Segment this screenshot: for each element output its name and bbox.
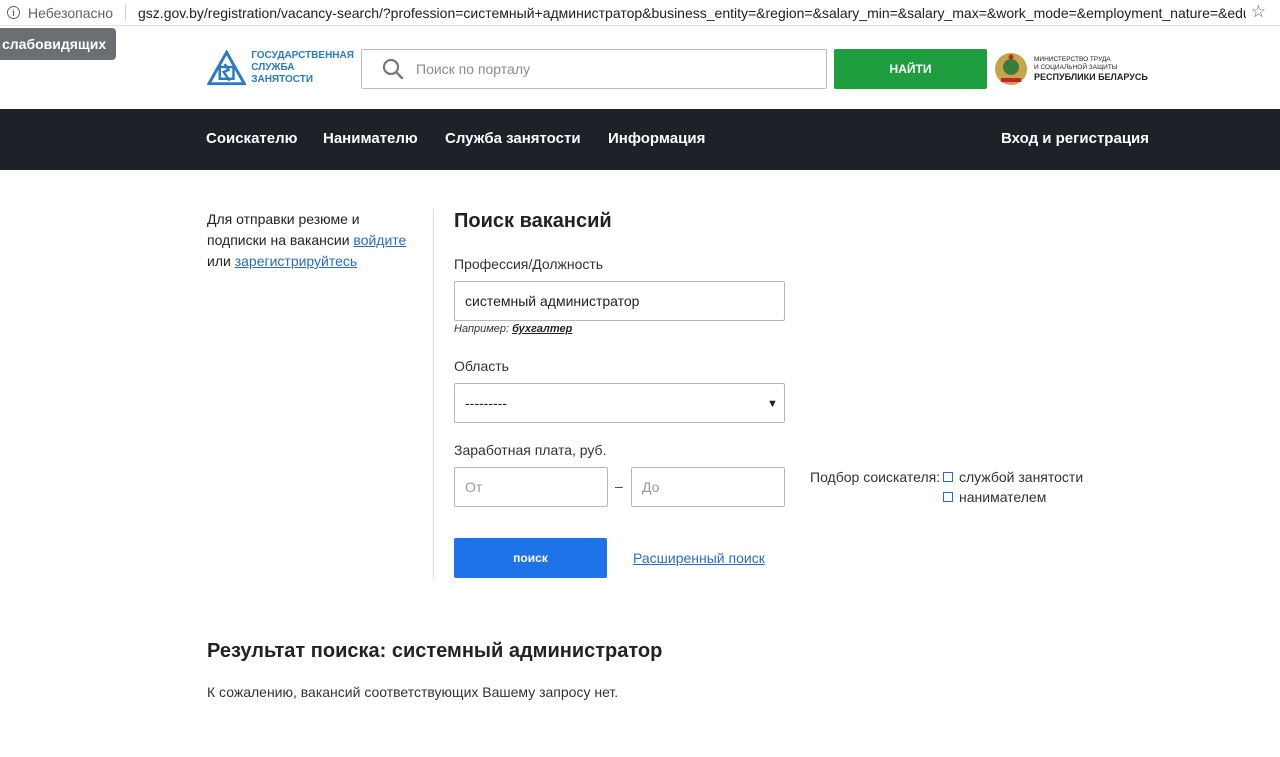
find-button[interactable]: Найти bbox=[834, 49, 987, 89]
profession-input[interactable]: системный администратор bbox=[454, 281, 785, 321]
salary-label: Заработная плата, руб. bbox=[454, 442, 607, 458]
ministry-logo[interactable]: Министерство труда и социальной защиты Р… bbox=[993, 51, 1148, 87]
sidebar-text-1: Для отправки резюме и подписки на ваканс… bbox=[207, 211, 360, 248]
low-vision-button[interactable]: слабовидящих bbox=[0, 28, 117, 60]
sidebar-text-2: или bbox=[207, 253, 235, 269]
portal-search-input[interactable] bbox=[416, 61, 796, 77]
candidate-picker-label: Подбор соискателя: bbox=[810, 469, 941, 485]
site-logo[interactable]: Государственная служба занятости bbox=[207, 49, 357, 87]
logo-line-1: Государственная bbox=[251, 50, 354, 61]
form-title: Поиск вакансий bbox=[454, 210, 612, 232]
nav-item-employer[interactable]: Нанимателю bbox=[323, 130, 418, 147]
ministry-line-3: Республики Беларусь bbox=[1034, 71, 1148, 82]
profession-example: Например: бухгалтер bbox=[454, 323, 572, 335]
insecure-label[interactable]: Небезопасно bbox=[28, 5, 113, 21]
salary-range-dash: – bbox=[615, 478, 623, 494]
picker-option-employment-service[interactable]: службой занятости bbox=[943, 469, 1083, 485]
picker-option-employer[interactable]: нанимателем bbox=[943, 489, 1046, 505]
advanced-search-link[interactable]: Расширенный поиск bbox=[633, 550, 765, 566]
picker-option-label: службой занятости bbox=[959, 469, 1084, 485]
register-link[interactable]: зарегистрируйтесь bbox=[235, 253, 358, 269]
dropdown-arrow-icon[interactable]: ▼ bbox=[767, 398, 778, 410]
ministry-line-1: Министерство труда bbox=[1034, 55, 1111, 63]
logo-line-2: служба занятости bbox=[251, 62, 314, 85]
nav-item-employment-service[interactable]: Служба занятости bbox=[445, 130, 581, 147]
ministry-text: Министерство труда и социальной защиты Р… bbox=[1034, 56, 1148, 83]
search-submit-button[interactable]: поиск bbox=[454, 538, 607, 578]
emblem-icon bbox=[995, 53, 1027, 85]
profession-label: Профессия/Должность bbox=[454, 256, 604, 272]
nav-item-jobseeker[interactable]: Соискателю bbox=[206, 130, 297, 147]
salary-to-input[interactable]: До bbox=[631, 467, 785, 507]
portal-search-box[interactable] bbox=[361, 49, 827, 89]
example-prefix: Например: bbox=[454, 323, 513, 335]
login-link[interactable]: войдите bbox=[353, 232, 406, 248]
salary-from-input[interactable]: От bbox=[454, 467, 608, 507]
checkbox[interactable] bbox=[943, 472, 953, 482]
info-icon[interactable]: i bbox=[7, 6, 20, 19]
address-separator bbox=[125, 4, 127, 21]
nav-login-register[interactable]: Вход и регистрация bbox=[1001, 130, 1149, 147]
main-nav: Соискателю Нанимателю Служба занятости И… bbox=[0, 109, 1280, 170]
logo-text: Государственная служба занятости bbox=[251, 50, 357, 86]
checkbox[interactable] bbox=[943, 492, 953, 502]
ministry-line-2: и социальной защиты bbox=[1034, 63, 1118, 71]
browser-address-bar[interactable]: i Небезопасно gsz.gov.by/registration/va… bbox=[0, 0, 1280, 26]
sidebar-login-hint: Для отправки резюме и подписки на ваканс… bbox=[207, 209, 422, 272]
example-link[interactable]: бухгалтер bbox=[512, 323, 572, 335]
column-divider bbox=[433, 209, 434, 578]
url-text[interactable]: gsz.gov.by/registration/vacancy-search/?… bbox=[138, 5, 1246, 21]
region-select[interactable]: --------- bbox=[454, 383, 785, 423]
bookmark-star-icon[interactable]: ☆ bbox=[1251, 2, 1266, 22]
region-label: Область bbox=[454, 358, 509, 374]
search-icon bbox=[382, 58, 404, 80]
results-title: Результат поиска: системный администрато… bbox=[207, 640, 663, 662]
nav-item-information[interactable]: Информация bbox=[608, 130, 705, 147]
results-empty-message: К сожалению, вакансий соответствующих Ва… bbox=[207, 684, 619, 700]
picker-option-label: нанимателем bbox=[959, 489, 1047, 505]
logo-icon bbox=[207, 50, 247, 86]
